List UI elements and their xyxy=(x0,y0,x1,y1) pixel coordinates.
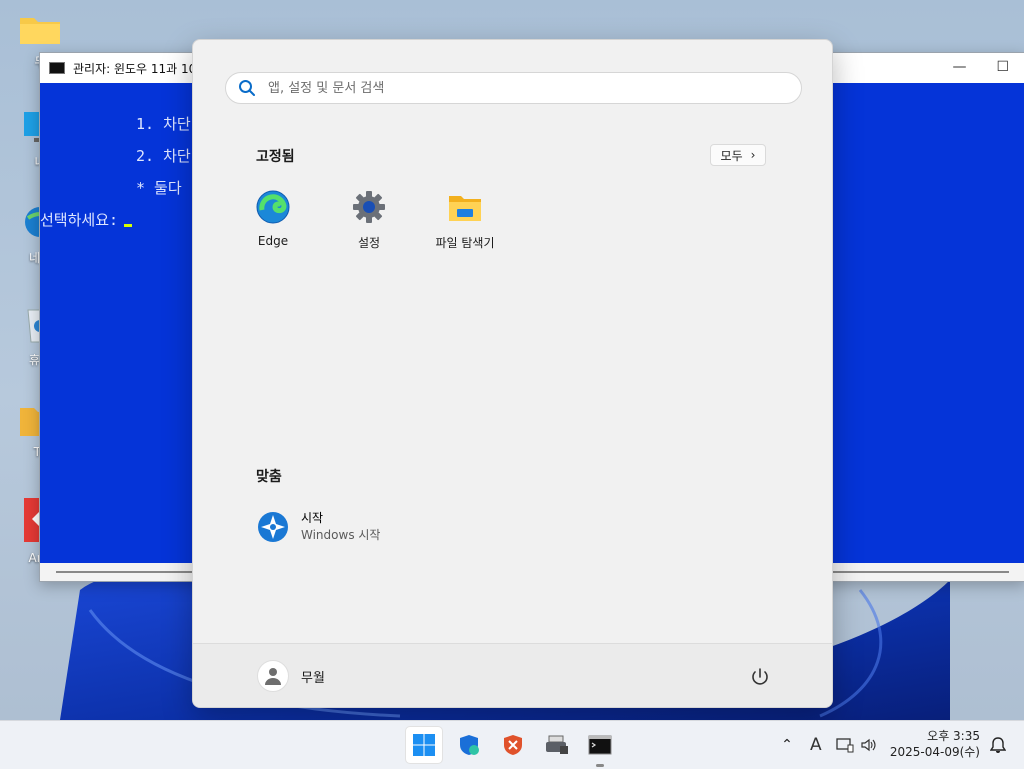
clock-time: 오후 3:35 xyxy=(927,729,980,743)
show-hidden-icons-chevron-up-icon[interactable]: ⌃ xyxy=(778,737,796,753)
security-shield-icon xyxy=(460,735,479,755)
ime-indicator[interactable]: A xyxy=(810,735,822,755)
file-explorer-icon xyxy=(449,196,481,221)
recommended-section-title: 맞춤 xyxy=(256,469,282,485)
console-app-icon xyxy=(49,62,65,74)
taskbar-terminal-app[interactable] xyxy=(581,726,619,767)
search-input[interactable] xyxy=(266,79,770,97)
user-account-button[interactable]: 무월 xyxy=(257,660,325,692)
system-tray: ⌃ A xyxy=(778,721,878,769)
start-menu-footer: 무월 xyxy=(193,643,832,707)
taskbar: ⌃ A 오후 3:35 2025-04-09(수) xyxy=(0,720,1024,769)
maximize-button[interactable]: ☐ xyxy=(996,59,1009,75)
antivirus-icon xyxy=(504,735,522,755)
avatar xyxy=(257,660,289,692)
taskbar-security-app[interactable] xyxy=(450,726,488,764)
settings-gear-icon xyxy=(353,191,385,223)
recommended-title: 시작 xyxy=(301,511,324,525)
console-line: 1. 차단 xyxy=(136,115,191,133)
user-icon xyxy=(265,668,281,685)
start-search-box[interactable] xyxy=(225,72,802,104)
printer-icon xyxy=(546,735,568,754)
running-indicator xyxy=(596,764,604,767)
taskbar-clock[interactable]: 오후 3:35 2025-04-09(수) xyxy=(890,728,980,760)
console-line: * 둘다 xyxy=(136,179,182,197)
taskbar-start-button[interactable] xyxy=(405,726,443,764)
start-menu: 고정됨 모두 › Edge 설정 파일 탐색 xyxy=(192,39,833,708)
pinned-app-edge[interactable]: Edge xyxy=(225,190,321,248)
taskbar-antivirus-app[interactable] xyxy=(494,726,532,764)
console-line: 2. 차단 xyxy=(136,147,191,165)
recommended-item[interactable]: 시작 Windows 시작 xyxy=(257,510,380,544)
all-apps-label: 모두 xyxy=(720,148,743,163)
pinned-app-settings[interactable]: 설정 xyxy=(321,190,417,251)
console-cursor xyxy=(124,224,133,227)
notification-bell-icon[interactable] xyxy=(990,736,1006,754)
terminal-icon xyxy=(588,735,612,755)
console-title: 관리자: 윈도우 11과 10 xyxy=(73,61,197,76)
user-name: 무월 xyxy=(301,670,325,686)
folder-icon xyxy=(20,18,60,44)
search-icon xyxy=(239,80,255,96)
pinned-app-label: Edge xyxy=(257,234,289,248)
chevron-right-icon: › xyxy=(750,148,756,162)
taskbar-printer-app[interactable] xyxy=(538,726,576,764)
console-prompt: 선택하세요: xyxy=(40,209,133,230)
get-started-icon xyxy=(258,512,288,542)
console-prompt-text: 선택하세요: xyxy=(40,211,119,229)
pinned-app-file-explorer[interactable]: 파일 탐색기 xyxy=(417,190,513,251)
edge-icon xyxy=(256,190,290,224)
all-apps-button[interactable]: 모두 › xyxy=(710,144,766,166)
recommended-subtitle: Windows 시작 xyxy=(301,528,381,542)
pinned-app-label: 설정 xyxy=(357,236,381,250)
network-status-icon[interactable] xyxy=(835,737,854,753)
minimize-button[interactable]: — xyxy=(952,59,966,75)
clock-date: 2025-04-09(수) xyxy=(889,745,980,759)
windows-start-icon xyxy=(413,734,435,756)
pinned-section-title: 고정됨 xyxy=(256,149,295,165)
power-icon[interactable] xyxy=(749,666,771,688)
pinned-app-label: 파일 탐색기 xyxy=(435,236,495,250)
volume-icon[interactable] xyxy=(860,737,878,753)
